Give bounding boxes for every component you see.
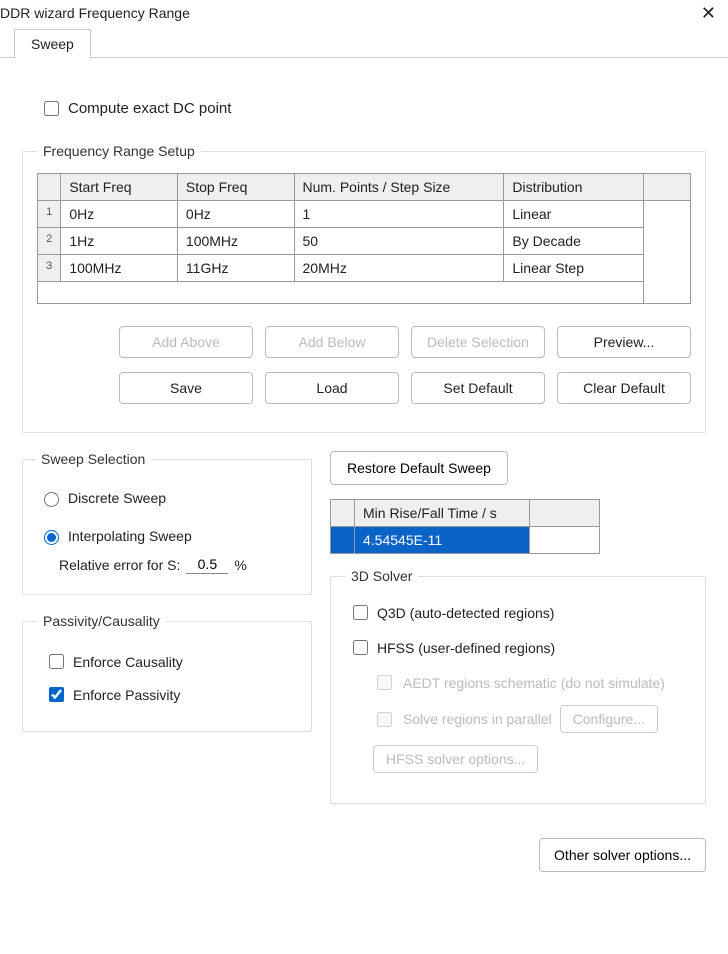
window-title: DDR wizard Frequency Range xyxy=(0,5,190,21)
table-filler-row xyxy=(38,282,691,304)
preview-button[interactable]: Preview... xyxy=(557,326,691,358)
discrete-sweep-label: Discrete Sweep xyxy=(68,490,166,506)
compute-dc-checkbox[interactable] xyxy=(44,101,59,116)
load-button[interactable]: Load xyxy=(265,372,399,404)
table-row[interactable]: 3 100MHz 11GHz 20MHz Linear Step xyxy=(38,255,691,282)
row-number: 2 xyxy=(38,228,61,255)
other-solver-options-button[interactable]: Other solver options... xyxy=(539,838,706,872)
hfss-label: HFSS (user-defined regions) xyxy=(377,640,555,656)
col-distribution: Distribution xyxy=(504,174,644,201)
cell-dist[interactable]: Linear xyxy=(504,201,644,228)
delete-selection-button[interactable]: Delete Selection xyxy=(411,326,545,358)
relative-error-unit: % xyxy=(234,557,246,573)
cell-num[interactable]: 50 xyxy=(294,228,504,255)
rise-table-value[interactable]: 4.54545E-11 xyxy=(355,527,530,554)
hfss-solver-options-button: HFSS solver options... xyxy=(373,745,538,773)
clear-default-button[interactable]: Clear Default xyxy=(557,372,691,404)
enforce-causality-label: Enforce Causality xyxy=(73,654,183,670)
cell-stop[interactable]: 0Hz xyxy=(177,201,294,228)
enforce-passivity-checkbox[interactable] xyxy=(49,687,64,702)
aedt-regions-label: AEDT regions schematic (do not simulate) xyxy=(403,675,665,691)
rise-fall-table[interactable]: Min Rise/Fall Time / s 4.54545E-11 xyxy=(330,499,600,554)
q3d-label: Q3D (auto-detected regions) xyxy=(377,605,554,621)
cell-stop[interactable]: 11GHz xyxy=(177,255,294,282)
configure-button: Configure... xyxy=(560,705,658,733)
row-number: 3 xyxy=(38,255,61,282)
col-stop-freq: Stop Freq xyxy=(177,174,294,201)
table-row[interactable]: 4.54545E-11 xyxy=(331,527,600,554)
cell-num[interactable]: 1 xyxy=(294,201,504,228)
rise-table-header: Min Rise/Fall Time / s xyxy=(355,500,530,527)
solve-parallel-label: Solve regions in parallel xyxy=(403,711,552,727)
table-row[interactable]: 2 1Hz 100MHz 50 By Decade xyxy=(38,228,691,255)
cell-start[interactable]: 1Hz xyxy=(61,228,178,255)
interpolating-sweep-radio[interactable] xyxy=(44,530,59,545)
rise-table-corner xyxy=(331,500,355,527)
restore-default-sweep-button[interactable]: Restore Default Sweep xyxy=(330,451,508,485)
passivity-causality-group: Passivity/Causality Enforce Causality En… xyxy=(22,613,312,732)
cell-extra xyxy=(644,201,691,304)
compute-dc-label: Compute exact DC point xyxy=(68,100,231,117)
enforce-causality-checkbox[interactable] xyxy=(49,654,64,669)
passivity-causality-legend: Passivity/Causality xyxy=(37,613,166,629)
3d-solver-legend: 3D Solver xyxy=(345,568,418,584)
enforce-passivity-label: Enforce Passivity xyxy=(73,687,180,703)
discrete-sweep-radio[interactable] xyxy=(44,492,59,507)
frequency-table[interactable]: Start Freq Stop Freq Num. Points / Step … xyxy=(37,173,691,304)
solve-parallel-checkbox xyxy=(377,712,392,727)
close-icon[interactable]: ✕ xyxy=(695,4,722,22)
table-row[interactable]: 1 0Hz 0Hz 1 Linear xyxy=(38,201,691,228)
aedt-regions-checkbox xyxy=(377,675,392,690)
sweep-selection-group: Sweep Selection Discrete Sweep Interpola… xyxy=(22,451,312,595)
rise-table-extra-cell xyxy=(530,527,600,554)
cell-stop[interactable]: 100MHz xyxy=(177,228,294,255)
col-start-freq: Start Freq xyxy=(61,174,178,201)
3d-solver-group: 3D Solver Q3D (auto-detected regions) HF… xyxy=(330,568,706,804)
save-button[interactable]: Save xyxy=(119,372,253,404)
frequency-range-setup-legend: Frequency Range Setup xyxy=(37,143,201,159)
table-corner xyxy=(38,174,61,201)
rise-table-rownum xyxy=(331,527,355,554)
rise-table-extra-header xyxy=(530,500,600,527)
relative-error-label: Relative error for S: xyxy=(59,557,180,573)
add-below-button[interactable]: Add Below xyxy=(265,326,399,358)
tab-sweep[interactable]: Sweep xyxy=(14,29,91,59)
row-number: 1 xyxy=(38,201,61,228)
set-default-button[interactable]: Set Default xyxy=(411,372,545,404)
add-above-button[interactable]: Add Above xyxy=(119,326,253,358)
cell-num[interactable]: 20MHz xyxy=(294,255,504,282)
cell-dist[interactable]: By Decade xyxy=(504,228,644,255)
hfss-checkbox[interactable] xyxy=(353,640,368,655)
cell-start[interactable]: 100MHz xyxy=(61,255,178,282)
frequency-range-setup-group: Frequency Range Setup Start Freq Stop Fr… xyxy=(22,143,706,433)
interpolating-sweep-label: Interpolating Sweep xyxy=(68,528,192,544)
cell-dist[interactable]: Linear Step xyxy=(504,255,644,282)
relative-error-input[interactable] xyxy=(186,555,228,574)
col-extra xyxy=(644,174,691,201)
col-num-points: Num. Points / Step Size xyxy=(294,174,504,201)
q3d-checkbox[interactable] xyxy=(353,605,368,620)
sweep-selection-legend: Sweep Selection xyxy=(35,451,151,467)
cell-start[interactable]: 0Hz xyxy=(61,201,178,228)
